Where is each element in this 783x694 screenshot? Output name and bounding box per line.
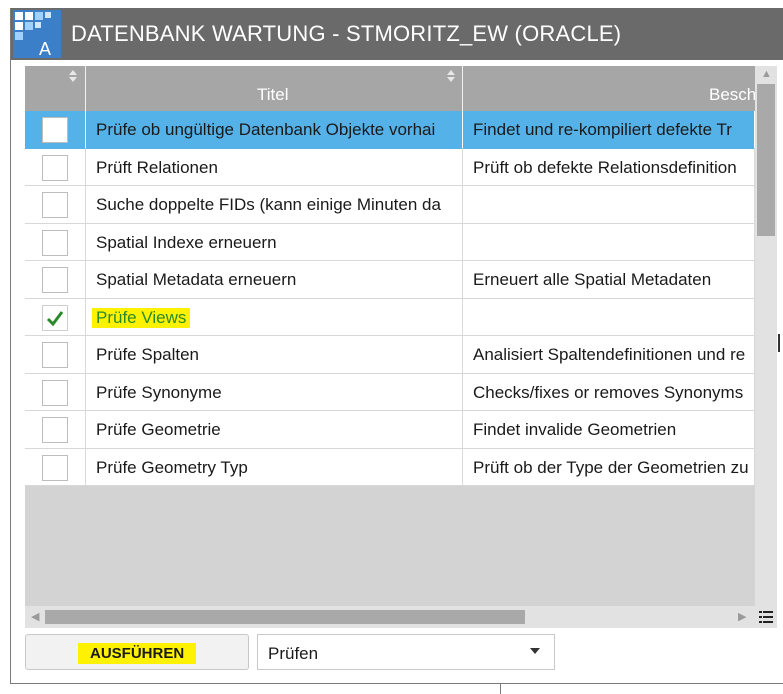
horizontal-scrollbar[interactable]: ◀ ▶ [25, 606, 755, 628]
column-header-titel[interactable]: Titel [86, 66, 463, 111]
row-title: Prüft Relationen [96, 157, 218, 177]
row-title: Prüfe Views [92, 307, 191, 328]
sort-icon[interactable] [69, 70, 77, 82]
row-checkbox[interactable] [42, 342, 68, 368]
column-header-beschreibung-label: Besch [709, 85, 757, 104]
row-description: Analisiert Spaltendefinitionen und re [473, 345, 746, 364]
row-checkbox[interactable] [42, 304, 68, 331]
row-checkbox[interactable] [42, 454, 68, 481]
resize-handle[interactable] [778, 334, 780, 352]
table-row[interactable]: Spatial Indexe erneuern [25, 223, 755, 261]
checkmark-icon [46, 310, 64, 326]
column-header-select[interactable] [25, 66, 86, 111]
row-checkbox[interactable] [42, 154, 68, 181]
row-description: Checks/fixes or removes Synonyms [473, 382, 744, 402]
app-icon: A [13, 10, 61, 58]
table-row[interactable]: Prüfe Spalten Analisiert Spaltendefiniti… [25, 336, 755, 374]
table-row[interactable]: Prüfe ob ungültige Datenbank Objekte vor… [25, 111, 755, 149]
mode-dropdown-value: Prüfen [268, 644, 319, 663]
row-checkbox[interactable] [42, 117, 68, 143]
table-row[interactable]: Prüfe Geometrie Findet invalide Geometri… [25, 411, 755, 449]
row-title: Prüfe ob ungültige Datenbank Objekte vor… [96, 120, 436, 139]
row-checkbox[interactable] [42, 267, 68, 293]
row-description: Prüft ob der Type der Geometrien zu [473, 457, 749, 477]
row-description: Findet invalide Geometrien [473, 420, 677, 439]
row-description: Findet und re-kompiliert defekte Tr [473, 120, 732, 139]
row-title: Prüfe Spalten [96, 345, 200, 364]
row-checkbox[interactable] [42, 229, 68, 256]
scroll-right-icon[interactable]: ▶ [738, 610, 746, 623]
task-grid: Titel Besch Prüfe ob ungültige Datenbank… [25, 66, 777, 628]
scroll-left-icon[interactable]: ◀ [31, 610, 39, 623]
window-title: DATENBANK WARTUNG - STMORITZ_EW (ORACLE) [71, 21, 622, 46]
horizontal-scroll-thumb[interactable] [45, 610, 525, 624]
row-title: Spatial Metadata erneuern [96, 270, 297, 289]
table-row[interactable]: Prüfe Views [25, 298, 755, 336]
table-row[interactable]: Prüft Relationen Prüft ob defekte Relati… [25, 148, 755, 186]
row-title: Prüfe Synonyme [96, 382, 222, 402]
row-title: Spatial Indexe erneuern [96, 232, 277, 252]
row-checkbox[interactable] [42, 417, 68, 443]
row-title: Prüfe Geometrie [96, 420, 221, 439]
row-description: Erneuert alle Spatial Metadaten [473, 270, 712, 289]
table-row[interactable]: Prüfe Geometry Typ Prüft ob der Type der… [25, 448, 755, 486]
row-title: Suche doppelte FIDs (kann einige Minuten… [96, 195, 441, 214]
column-header-beschreibung[interactable]: Besch [463, 66, 757, 111]
row-title: Prüfe Geometry Typ [96, 457, 248, 477]
column-chooser-icon[interactable] [759, 611, 773, 623]
run-button-label: AUSFÜHREN [78, 643, 197, 664]
maintenance-window: A DATENBANK WARTUNG - STMORITZ_EW (ORACL… [10, 8, 783, 684]
vertical-scroll-thumb[interactable] [757, 84, 775, 236]
row-checkbox[interactable] [42, 379, 68, 406]
svg-text:A: A [39, 39, 51, 58]
run-button[interactable]: AUSFÜHREN [25, 634, 249, 670]
vertical-scrollbar[interactable]: ▲ [755, 66, 777, 606]
row-checkbox[interactable] [42, 192, 68, 218]
dropdown-caret-icon[interactable] [530, 648, 540, 654]
mode-dropdown[interactable]: Prüfen [257, 634, 555, 670]
column-chooser[interactable] [755, 606, 777, 628]
table-row[interactable]: Spatial Metadata erneuern Erneuert alle … [25, 261, 755, 299]
sort-icon[interactable] [447, 70, 455, 82]
background-divider [500, 684, 501, 694]
table-row[interactable]: Prüfe Synonyme Checks/fixes or removes S… [25, 373, 755, 411]
table-row[interactable]: Suche doppelte FIDs (kann einige Minuten… [25, 186, 755, 224]
column-header-titel-label: Titel [257, 85, 289, 104]
title-bar: A DATENBANK WARTUNG - STMORITZ_EW (ORACL… [11, 8, 783, 60]
scroll-up-icon[interactable]: ▲ [761, 68, 772, 80]
row-description: Prüft ob defekte Relationsdefinition [473, 157, 737, 177]
